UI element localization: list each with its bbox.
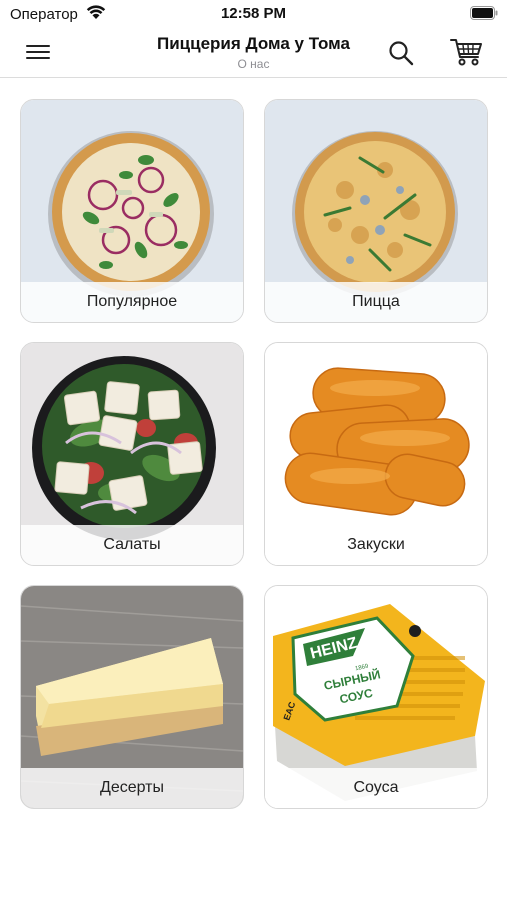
- category-label: Салаты: [21, 525, 243, 565]
- page-title: Пиццерия Дома у Тома: [157, 34, 350, 53]
- about-link[interactable]: О нас: [0, 57, 507, 71]
- status-time: 12:58 PM: [220, 5, 287, 22]
- status-bar: Оператор 12:58 PM: [0, 0, 507, 28]
- category-label: Популярное: [21, 282, 243, 322]
- category-card-salads[interactable]: Салаты: [20, 342, 244, 566]
- category-card-popular[interactable]: Популярное: [20, 99, 244, 323]
- category-card-sauces[interactable]: HEINZ 1869 СЫРНЫЙ СОУС EAC Соуса: [264, 585, 488, 809]
- category-card-desserts[interactable]: Десерты: [20, 585, 244, 809]
- navigation-bar: Пиццерия Дома у Тома О нас: [0, 28, 507, 78]
- category-label: Соуса: [265, 768, 487, 808]
- category-card-pizza[interactable]: Пицца: [264, 99, 488, 323]
- category-label: Закуски: [265, 525, 487, 565]
- category-label: Пицца: [265, 282, 487, 322]
- battery-icon: [470, 6, 498, 20]
- cart-icon[interactable]: [450, 37, 484, 67]
- category-card-snacks[interactable]: Закуски: [264, 342, 488, 566]
- category-label: Десерты: [21, 768, 243, 808]
- search-icon[interactable]: [387, 39, 415, 67]
